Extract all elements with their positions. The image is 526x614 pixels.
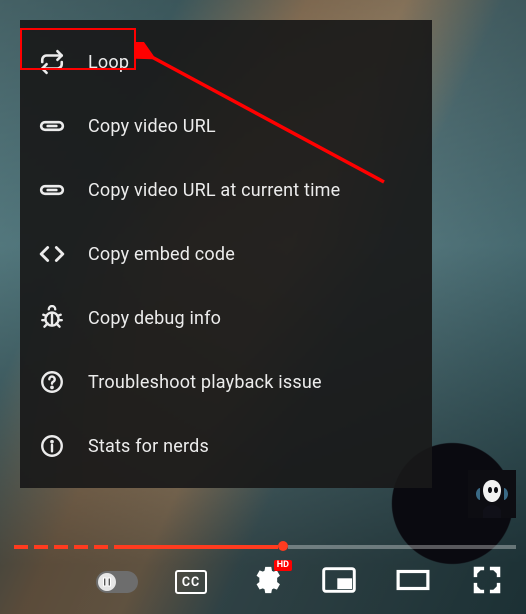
context-menu: Loop Copy video URL Copy video URL at cu… [20, 20, 432, 488]
fullscreen-button[interactable] [466, 564, 508, 600]
progress-bar[interactable] [0, 544, 526, 550]
progress-remaining [288, 545, 516, 549]
menu-item-stats[interactable]: Stats for nerds [20, 414, 432, 478]
fullscreen-icon [470, 565, 504, 599]
menu-item-copy-url[interactable]: Copy video URL [20, 94, 432, 158]
help-icon [38, 368, 66, 396]
player-controls: CC HD [0, 556, 526, 614]
menu-item-label: Troubleshoot playback issue [88, 372, 322, 393]
menu-item-label: Stats for nerds [88, 436, 209, 457]
menu-item-copy-debug[interactable]: Copy debug info [20, 286, 432, 350]
menu-item-loop[interactable]: Loop [20, 30, 432, 94]
info-icon [38, 432, 66, 460]
miniplayer-icon [322, 565, 356, 599]
pause-icon [98, 573, 116, 591]
settings-button[interactable]: HD [244, 564, 286, 600]
miniplayer-button[interactable] [318, 564, 360, 600]
menu-item-label: Loop [88, 52, 129, 73]
menu-item-label: Copy embed code [88, 244, 235, 265]
channel-avatar[interactable] [468, 470, 516, 518]
captions-button[interactable]: CC [170, 564, 212, 600]
cc-label: CC [182, 575, 200, 590]
hd-badge: HD [274, 560, 292, 571]
menu-item-label: Copy video URL [88, 116, 216, 137]
link-icon [38, 176, 66, 204]
cc-icon: CC [175, 570, 207, 594]
menu-item-label: Copy debug info [88, 308, 221, 329]
autoplay-toggle[interactable] [96, 564, 138, 600]
link-icon [38, 112, 66, 140]
menu-item-copy-url-time[interactable]: Copy video URL at current time [20, 158, 432, 222]
theater-icon [396, 565, 430, 599]
bug-icon [38, 304, 66, 332]
progress-played [120, 545, 278, 549]
progress-scrubber[interactable] [278, 541, 288, 551]
video-player-area: Loop Copy video URL Copy video URL at cu… [0, 0, 526, 614]
menu-item-label: Copy video URL at current time [88, 180, 340, 201]
loop-icon [38, 48, 66, 76]
embed-icon [38, 240, 66, 268]
menu-item-copy-embed[interactable]: Copy embed code [20, 222, 432, 286]
menu-item-troubleshoot[interactable]: Troubleshoot playback issue [20, 350, 432, 414]
theater-button[interactable] [392, 564, 434, 600]
